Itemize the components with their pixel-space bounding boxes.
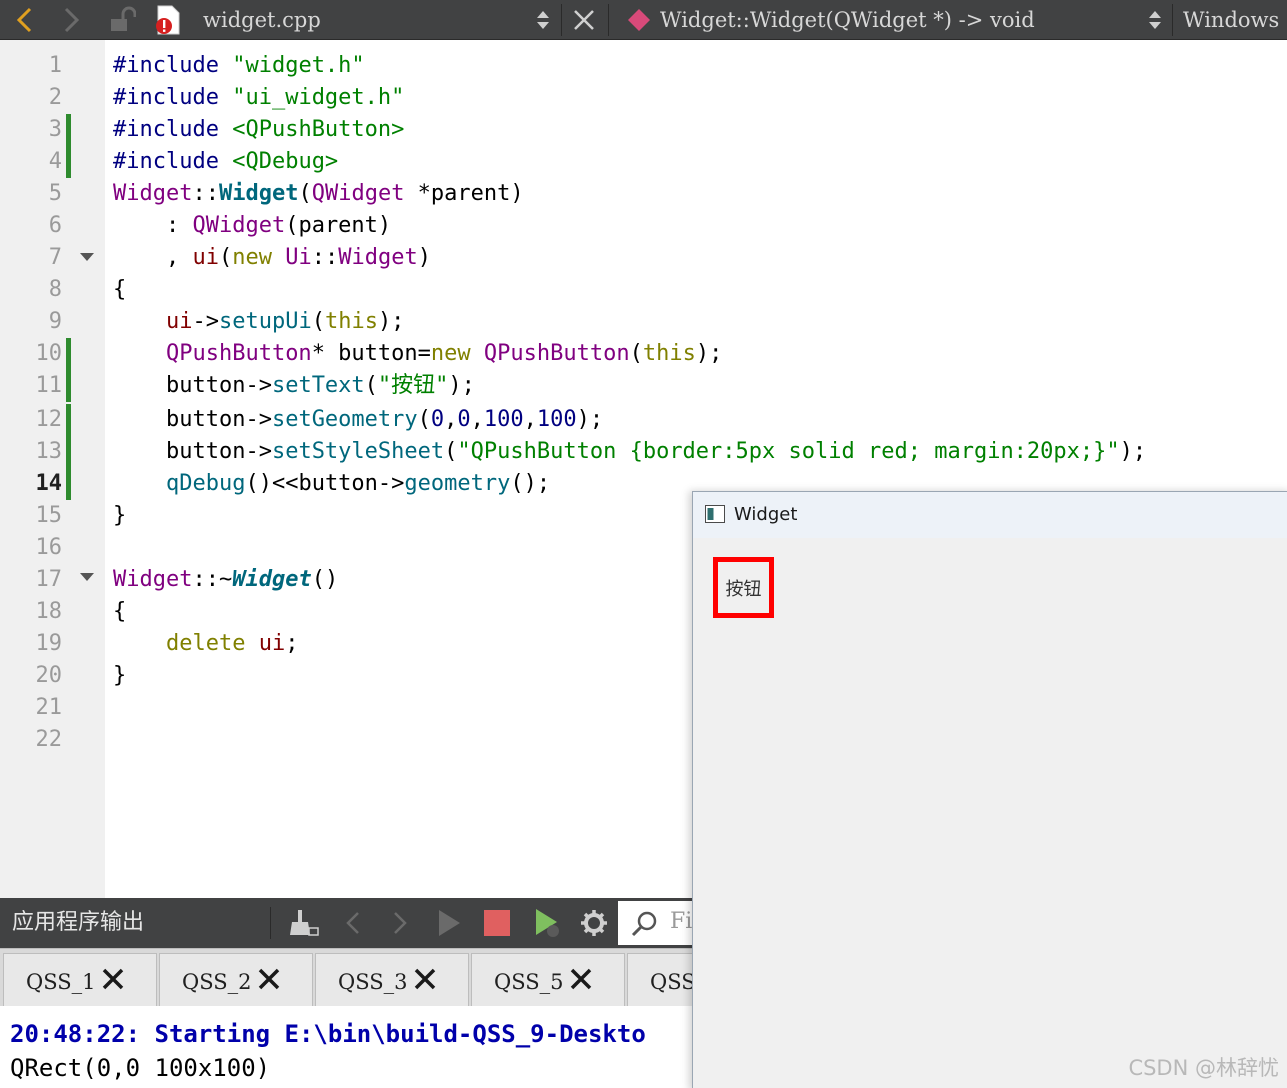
line-number: 22: [35, 727, 63, 752]
line-number: 21: [35, 695, 63, 720]
method-symbol-icon: [626, 0, 652, 40]
code-line: button->setGeometry(0,0,100,100);: [113, 407, 604, 432]
modified-line-marker: [66, 114, 71, 146]
widget-window-titlebar[interactable]: Widget: [693, 492, 1287, 538]
code-line: #include "widget.h": [113, 53, 365, 78]
qpushbutton-label: 按钮: [725, 578, 762, 600]
line-number: 15: [35, 503, 63, 528]
line-ending-selector[interactable]: Windows: [1183, 0, 1279, 40]
line-number: 12: [35, 407, 63, 432]
output-filter-input[interactable]: Fi: [618, 901, 698, 945]
widget-window-title: Widget: [734, 504, 798, 525]
debug-run-icon[interactable]: [533, 907, 563, 943]
line-number: 17: [35, 567, 63, 592]
output-tab-qss-3[interactable]: QSS_3: [315, 953, 469, 1007]
code-line: #include "ui_widget.h": [113, 85, 405, 110]
modified-line-marker: [66, 468, 71, 500]
code-line: }: [113, 663, 127, 688]
line-number: 9: [48, 309, 62, 334]
code-line: : QWidget(parent): [113, 213, 392, 238]
code-line: #include <QDebug>: [113, 149, 339, 174]
editor-toolbar: widget.cpp Widget::Widget(QWidget *) -> …: [0, 0, 1287, 40]
modified-line-marker: [66, 338, 71, 370]
file-name[interactable]: widget.cpp: [203, 0, 321, 40]
code-line: , ui(new Ui::Widget): [113, 245, 431, 270]
qpushbutton[interactable]: 按钮: [713, 557, 774, 618]
window-app-icon: [705, 505, 725, 523]
stop-icon[interactable]: [484, 910, 510, 936]
output-tab-label: QSS_2: [182, 970, 252, 994]
settings-gear-icon[interactable]: [579, 908, 609, 942]
output-tab-label: QSS_5: [494, 970, 564, 994]
line-number-current: 14: [35, 471, 63, 496]
line-number: 4: [48, 149, 62, 174]
code-line: QPushButton* button=new QPushButton(this…: [165, 341, 723, 366]
code-line: button->setStyleSheet("QPushButton {bord…: [113, 439, 1147, 464]
output-tab-qss-5[interactable]: QSS_5: [471, 953, 625, 1007]
line-number: 10: [35, 341, 63, 366]
output-tab-qss-2[interactable]: QSS_2: [159, 953, 313, 1007]
modified-line-marker: [66, 404, 71, 436]
file-select-arrows-icon[interactable]: [535, 0, 551, 40]
code-line: delete ui;: [165, 631, 299, 656]
code-line: Widget::~Widget(): [113, 567, 339, 592]
fold-arrow-icon[interactable]: [80, 573, 94, 581]
line-number: 6: [48, 213, 62, 238]
line-number: 5: [48, 181, 62, 206]
code-line: ui->setupUi(this);: [165, 309, 405, 334]
lock-icon[interactable]: [108, 0, 136, 40]
line-number: 7: [48, 245, 62, 270]
file-warning-icon: [152, 0, 182, 40]
fold-arrow-icon[interactable]: [80, 253, 94, 261]
line-number: 3: [48, 117, 62, 142]
code-line: #include <QPushButton>: [113, 117, 405, 142]
output-line-starting: 20:48:22: Starting E:\bin\build-QSS_9-De…: [10, 1020, 646, 1048]
code-line-current: qDebug()<<button->geometry();: [165, 471, 551, 496]
run-icon[interactable]: [436, 908, 462, 942]
code-line: {: [113, 277, 127, 302]
line-number: 16: [35, 535, 63, 560]
line-number: 13: [35, 439, 63, 464]
line-number: 2: [48, 85, 62, 110]
code-line: button->setText("按钮");: [113, 373, 475, 398]
filter-placeholder: Fi: [670, 909, 693, 934]
next-item-icon[interactable]: [390, 910, 410, 940]
close-tab-icon[interactable]: [412, 966, 438, 992]
code-line: }: [113, 503, 127, 528]
symbol-selector[interactable]: Widget::Widget(QWidget *) -> void: [660, 0, 1035, 40]
close-file-icon[interactable]: [572, 0, 596, 40]
line-number: 11: [35, 373, 63, 398]
modified-line-marker: [66, 436, 71, 468]
line-number: 20: [35, 663, 63, 688]
line-number: 8: [48, 277, 62, 302]
line-number: 19: [35, 631, 63, 656]
close-tab-icon[interactable]: [568, 966, 594, 992]
watermark: CSDN @林辞忧: [1128, 1056, 1279, 1080]
symbol-select-arrows-icon[interactable]: [1147, 0, 1163, 40]
code-line: Widget::Widget(QWidget *parent): [113, 181, 524, 206]
line-number: 18: [35, 599, 63, 624]
line-number: 1: [48, 53, 62, 78]
clear-output-icon[interactable]: [289, 908, 319, 942]
output-pane-title: 应用程序输出: [12, 910, 145, 935]
code-line: {: [113, 599, 127, 624]
close-tab-icon[interactable]: [256, 966, 282, 992]
close-tab-icon[interactable]: [100, 966, 126, 992]
back-icon[interactable]: [14, 0, 36, 40]
widget-window: Widget 按钮: [692, 491, 1287, 1088]
previous-item-icon[interactable]: [343, 910, 363, 940]
modified-line-marker: [66, 146, 71, 178]
output-tab-label: QSS_1: [26, 970, 96, 994]
line-number-gutter: 1 2 3 4 5 6 7 8 9 10 11 12 13 14 15 16 1…: [0, 40, 105, 898]
output-tab-label: QSS_3: [338, 970, 408, 994]
search-icon: [631, 911, 657, 937]
output-line-qrect: QRect(0,0 100x100): [10, 1054, 271, 1082]
output-tab-qss-1[interactable]: QSS_1: [3, 953, 157, 1007]
forward-icon[interactable]: [60, 0, 82, 40]
modified-line-marker: [66, 370, 71, 402]
